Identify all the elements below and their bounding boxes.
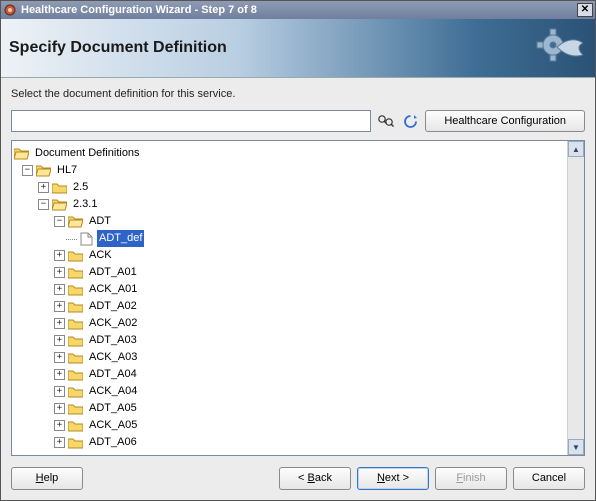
- refresh-icon[interactable]: [401, 112, 419, 130]
- tree-label: ACK: [87, 247, 114, 264]
- button-bar: Help < Back Next > Finish Cancel: [1, 456, 595, 500]
- expand-icon[interactable]: +: [54, 267, 65, 278]
- scroll-down-icon[interactable]: ▼: [568, 439, 584, 455]
- tree-label: ADT: [87, 213, 113, 230]
- folder-icon: [68, 300, 83, 313]
- back-button[interactable]: < Back: [279, 467, 351, 490]
- tree-node[interactable]: + ACK_A01: [14, 281, 565, 298]
- tree-node-adt[interactable]: − ADT: [14, 213, 565, 230]
- tree-label: ADT_A03: [87, 332, 139, 349]
- instruction-text: Select the document definition for this …: [1, 78, 595, 104]
- tree-node[interactable]: + ADT_A05: [14, 400, 565, 417]
- tree-node[interactable]: + ADT_A02: [14, 298, 565, 315]
- help-button[interactable]: Help: [11, 467, 83, 490]
- search-input[interactable]: [11, 110, 371, 132]
- folder-open-icon: [68, 215, 83, 228]
- expand-icon[interactable]: +: [54, 403, 65, 414]
- folder-icon: [68, 351, 83, 364]
- folder-open-icon: [36, 164, 51, 177]
- folder-open-icon: [52, 198, 67, 211]
- tree-label: ACK_A01: [87, 281, 139, 298]
- titlebar: Healthcare Configuration Wizard - Step 7…: [1, 1, 595, 19]
- collapse-icon[interactable]: −: [22, 165, 33, 176]
- tree-node-2-5[interactable]: + 2.5: [14, 179, 565, 196]
- gear-icon: [535, 25, 583, 74]
- folder-open-icon: [14, 147, 29, 160]
- tree-panel: Document Definitions − HL7 + 2.5 − 2.3.1: [11, 140, 585, 456]
- page-heading: Specify Document Definition: [9, 39, 227, 57]
- folder-icon: [52, 181, 67, 194]
- healthcare-config-button[interactable]: Healthcare Configuration: [425, 110, 585, 132]
- wizard-window: Healthcare Configuration Wizard - Step 7…: [0, 0, 596, 501]
- tree-node[interactable]: + ACK_A04: [14, 383, 565, 400]
- tree-node[interactable]: + ACK: [14, 247, 565, 264]
- close-button[interactable]: ✕: [577, 3, 593, 17]
- app-icon: [3, 3, 17, 17]
- expand-icon[interactable]: +: [54, 318, 65, 329]
- tree-connector: [66, 233, 80, 244]
- tree-node[interactable]: + ACK_A02: [14, 315, 565, 332]
- tree-label: Document Definitions: [33, 145, 142, 162]
- folder-icon: [68, 368, 83, 381]
- search-icon[interactable]: [377, 112, 395, 130]
- tree-node[interactable]: + ADT_A06: [14, 434, 565, 451]
- tree-label: ADT_A02: [87, 298, 139, 315]
- tree-label: ADT_A01: [87, 264, 139, 281]
- tree-label: ADT_A06: [87, 434, 139, 451]
- tree-label-selected: ADT_def: [97, 230, 144, 247]
- expand-icon[interactable]: +: [54, 335, 65, 346]
- search-row: Healthcare Configuration: [1, 104, 595, 140]
- scrollbar[interactable]: ▲ ▼: [567, 141, 584, 455]
- window-title: Healthcare Configuration Wizard - Step 7…: [21, 4, 577, 16]
- tree-node[interactable]: + ACK_A03: [14, 349, 565, 366]
- tree-label: 2.5: [71, 179, 90, 196]
- tree-label: ACK_A02: [87, 315, 139, 332]
- tree-label: ADT_A05: [87, 400, 139, 417]
- folder-icon: [68, 385, 83, 398]
- finish-button: Finish: [435, 467, 507, 490]
- tree-label: HL7: [55, 162, 79, 179]
- expand-icon[interactable]: +: [54, 386, 65, 397]
- tree-label: ACK_A03: [87, 349, 139, 366]
- folder-icon: [68, 436, 83, 449]
- tree-root[interactable]: Document Definitions: [14, 145, 565, 162]
- expand-icon[interactable]: +: [54, 420, 65, 431]
- tree-node[interactable]: + ADT_A04: [14, 366, 565, 383]
- tree-leaf-adt-def[interactable]: ADT_def: [14, 230, 565, 247]
- expand-icon[interactable]: +: [54, 284, 65, 295]
- folder-icon: [68, 283, 83, 296]
- expand-icon[interactable]: +: [38, 182, 49, 193]
- tree-label: ADT_A04: [87, 366, 139, 383]
- tree-label: ACK_A04: [87, 383, 139, 400]
- tree-node[interactable]: + ADT_A03: [14, 332, 565, 349]
- expand-icon[interactable]: +: [54, 369, 65, 380]
- cancel-button[interactable]: Cancel: [513, 467, 585, 490]
- next-button[interactable]: Next >: [357, 467, 429, 490]
- folder-icon: [68, 317, 83, 330]
- tree-label: ACK_A05: [87, 417, 139, 434]
- tree-label: 2.3.1: [71, 196, 99, 213]
- document-tree[interactable]: Document Definitions − HL7 + 2.5 − 2.3.1: [12, 141, 567, 455]
- document-icon: [80, 232, 93, 246]
- folder-icon: [68, 249, 83, 262]
- folder-icon: [68, 266, 83, 279]
- expand-icon[interactable]: +: [54, 301, 65, 312]
- collapse-icon[interactable]: −: [54, 216, 65, 227]
- expand-icon[interactable]: +: [54, 250, 65, 261]
- tree-node[interactable]: + ACK_A05: [14, 417, 565, 434]
- scroll-up-icon[interactable]: ▲: [568, 141, 584, 157]
- folder-icon: [68, 334, 83, 347]
- collapse-icon[interactable]: −: [38, 199, 49, 210]
- tree-node-2-3-1[interactable]: − 2.3.1: [14, 196, 565, 213]
- tree-node[interactable]: + ADT_A01: [14, 264, 565, 281]
- banner: Specify Document Definition: [1, 19, 595, 78]
- folder-icon: [68, 419, 83, 432]
- help-label: elp: [44, 472, 59, 484]
- expand-icon[interactable]: +: [54, 352, 65, 363]
- tree-node-hl7[interactable]: − HL7: [14, 162, 565, 179]
- expand-icon[interactable]: +: [54, 437, 65, 448]
- folder-icon: [68, 402, 83, 415]
